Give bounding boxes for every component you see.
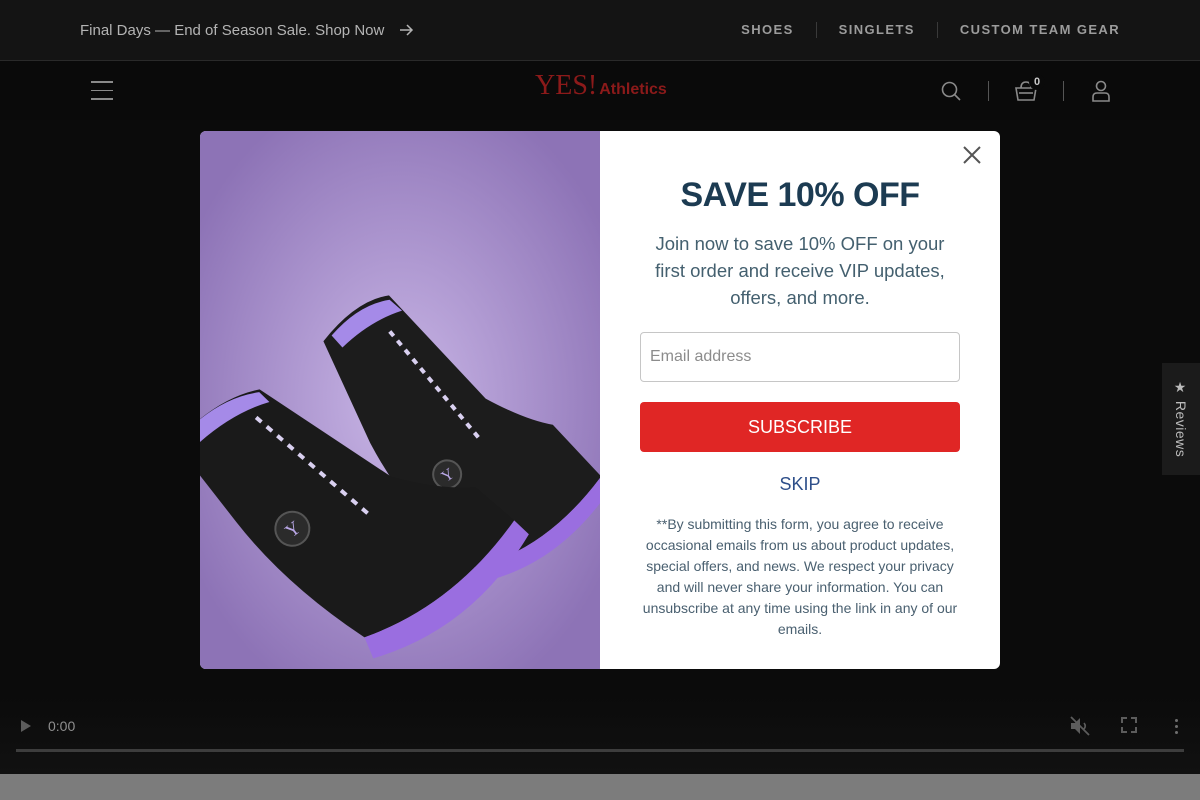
- page-bottom-strip: [0, 774, 1200, 800]
- email-field[interactable]: [640, 332, 960, 382]
- skip-button[interactable]: SKIP: [779, 474, 820, 495]
- video-progress-track[interactable]: [16, 749, 1184, 752]
- modal-description: Join now to save 10% OFF on your first o…: [655, 233, 945, 308]
- top-nav: SHOES SINGLETS CUSTOM TEAM GEAR: [719, 22, 1120, 38]
- signup-modal: Y Y SAVE 10% OFF Join now to save 10% OF…: [200, 131, 1000, 669]
- site-header: YES! Athletics 0: [0, 61, 1200, 120]
- announcement-bar: Final Days — End of Season Sale. Shop No…: [0, 0, 1200, 61]
- reviews-tab-label: ★ Reviews: [1173, 380, 1189, 458]
- close-icon[interactable]: [960, 143, 984, 167]
- top-nav-shoes[interactable]: SHOES: [719, 22, 816, 38]
- announcement-text[interactable]: Final Days — End of Season Sale. Shop No…: [80, 22, 384, 39]
- wrestling-shoes-image: Y Y: [200, 131, 600, 669]
- modal-title: SAVE 10% OFF: [680, 176, 921, 214]
- menu-icon[interactable]: [80, 69, 124, 113]
- reviews-tab[interactable]: ★ Reviews: [1162, 363, 1200, 475]
- more-options-icon[interactable]: [1166, 714, 1186, 738]
- top-nav-singlets[interactable]: SINGLETS: [815, 22, 937, 38]
- search-icon[interactable]: [932, 72, 970, 110]
- video-controls: 0:00: [0, 696, 1200, 774]
- logo-main-text: YES!: [535, 70, 598, 101]
- account-icon[interactable]: [1082, 72, 1120, 110]
- mute-icon[interactable]: [1068, 714, 1092, 738]
- arrow-right-icon: [400, 24, 414, 36]
- subscribe-button[interactable]: SUBSCRIBE: [640, 402, 960, 452]
- header-icons: 0: [932, 72, 1120, 110]
- logo-sub-text: Athletics: [599, 81, 667, 98]
- modal-content: SAVE 10% OFF Join now to save 10% OFF on…: [600, 131, 1000, 669]
- top-nav-custom-team-gear[interactable]: CUSTOM TEAM GEAR: [936, 22, 1120, 38]
- logo[interactable]: YES! Athletics: [535, 70, 667, 102]
- cart-icon[interactable]: 0: [1007, 72, 1045, 110]
- video-time: 0:00: [48, 718, 76, 734]
- fullscreen-icon[interactable]: [1118, 714, 1140, 738]
- privacy-disclaimer: **By submitting this form, you agree to …: [642, 516, 958, 637]
- cart-count-badge: 0: [1029, 73, 1045, 90]
- announcement-link[interactable]: Final Days — End of Season Sale. Shop No…: [80, 22, 414, 39]
- play-icon[interactable]: [16, 714, 36, 738]
